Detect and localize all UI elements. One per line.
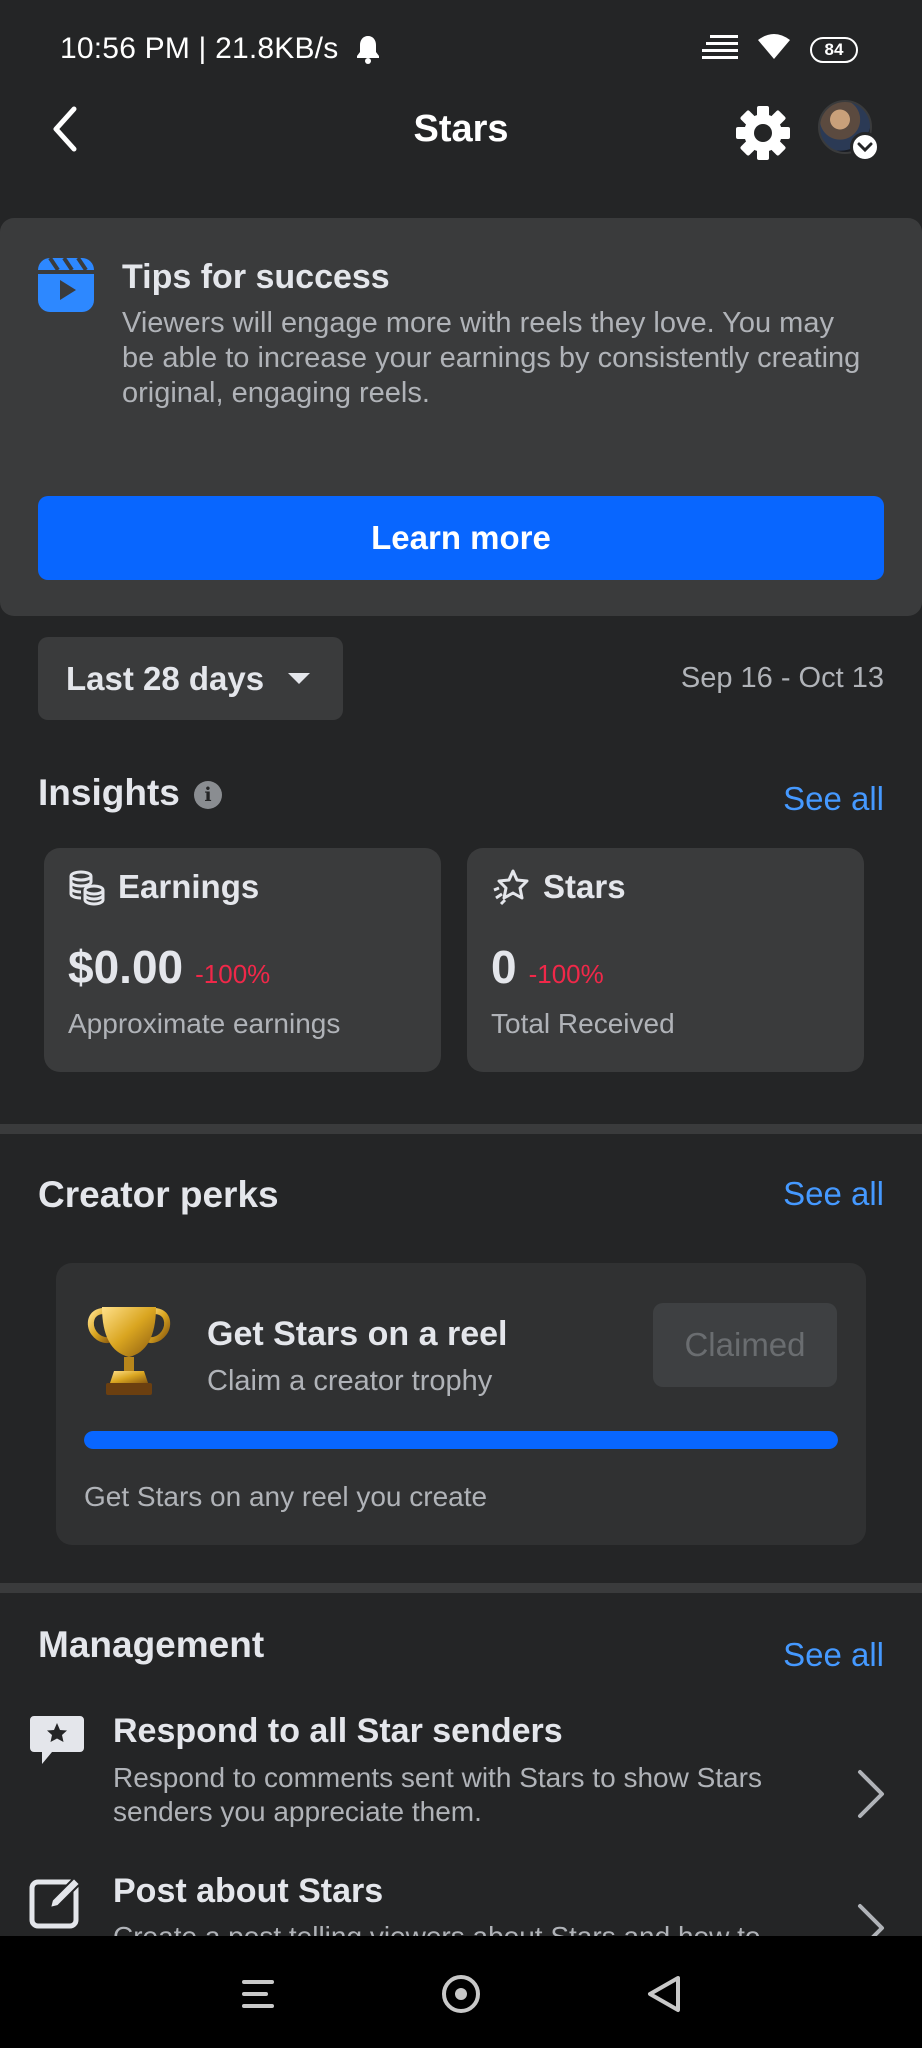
signal-icon [702,35,738,64]
perk-progress-bar [84,1431,838,1449]
earnings-card[interactable]: Earnings $0.00 -100% Approximate earning… [44,848,441,1072]
perk-progress-fill [84,1431,838,1449]
back-triangle-icon [648,1976,680,2012]
wifi-icon [758,34,790,65]
stars-value: 0 [491,941,517,993]
perk-title: Get Stars on a reel [207,1315,508,1353]
perks-see-all-link[interactable]: See all [783,1175,884,1213]
earnings-subtitle: Approximate earnings [68,1008,341,1039]
system-nav-bar [0,1936,922,2048]
date-range-dropdown[interactable]: Last 28 days [38,637,343,720]
stars-icon [493,869,529,906]
date-range-text: Sep 16 - Oct 13 [680,662,884,694]
back-nav-button[interactable] [634,1964,694,2024]
caret-down-icon [288,673,311,684]
stars-card[interactable]: Stars 0 -100% Total Received [467,848,864,1072]
section-divider [0,1583,922,1593]
chevron-down-icon [850,132,880,162]
earnings-value-row: $0.00 -100% [68,940,270,994]
battery-icon: 84 [810,36,858,63]
earnings-label: Earnings [118,868,260,905]
trophy-icon [86,1303,172,1399]
date-range-selected: Last 28 days [66,659,265,697]
profile-switcher-button[interactable] [818,100,880,162]
reels-icon [38,256,94,312]
menu-nav-button[interactable] [228,1964,288,2024]
claimed-button[interactable]: Claimed [653,1303,837,1387]
mgmt-item-title: Post about Stars [113,1872,384,1910]
insights-see-all-link[interactable]: See all [783,780,884,818]
gear-icon [736,106,790,160]
respond-star-senders-item[interactable]: Respond to all Star senders Respond to c… [0,1700,922,1850]
section-divider [0,1124,922,1134]
management-see-all-link[interactable]: See all [783,1636,884,1674]
app-header: Stars [0,90,922,170]
chevron-right-icon [852,1902,888,1936]
home-nav-button[interactable] [431,1964,491,2024]
stars-screen: 10:56 PM | 21.8KB/s 84 Stars Tips for su… [0,0,922,2048]
earnings-card-header: Earnings [68,868,259,906]
star-comment-icon [28,1712,86,1770]
post-about-stars-item[interactable]: Post about Stars Create a post telling v… [0,1862,922,1936]
insights-title: Insights [38,772,180,813]
learn-more-button[interactable]: Learn more [38,496,884,580]
stars-subtitle: Total Received [491,1008,675,1039]
stars-delta: -100% [528,959,604,989]
management-title: Management [38,1624,265,1665]
creator-perks-title: Creator perks [38,1174,279,1215]
settings-button[interactable] [732,102,794,164]
perk-card: Get Stars on a reel Claim a creator trop… [56,1263,866,1545]
perk-subtitle: Claim a creator trophy [207,1365,493,1397]
stars-label: Stars [543,868,626,905]
home-circle-icon [442,1975,480,2013]
earnings-value: $0.00 [68,941,184,993]
mgmt-item-description: Respond to comments sent with Stars to s… [113,1762,762,1827]
menu-icon [242,1980,274,2008]
perk-footer: Get Stars on any reel you create [84,1481,488,1512]
earnings-delta: -100% [195,959,271,989]
edit-post-icon [28,1872,86,1930]
status-icons: 84 [702,34,858,65]
coins-icon [69,870,105,906]
chevron-right-icon [852,1768,888,1820]
stars-value-row: 0 -100% [491,940,604,994]
tips-title: Tips for success [122,258,390,296]
info-icon[interactable]: i [194,781,222,809]
tips-body: Viewers will engage more with reels they… [122,307,861,409]
stars-card-header: Stars [491,868,626,906]
mgmt-item-description: Create a post telling viewers about Star… [113,1920,793,1936]
bell-icon [355,34,381,69]
mgmt-item-title: Respond to all Star senders [113,1712,563,1750]
status-time: 10:56 PM | 21.8KB/s [60,32,339,65]
status-bar: 10:56 PM | 21.8KB/s 84 [0,0,922,100]
